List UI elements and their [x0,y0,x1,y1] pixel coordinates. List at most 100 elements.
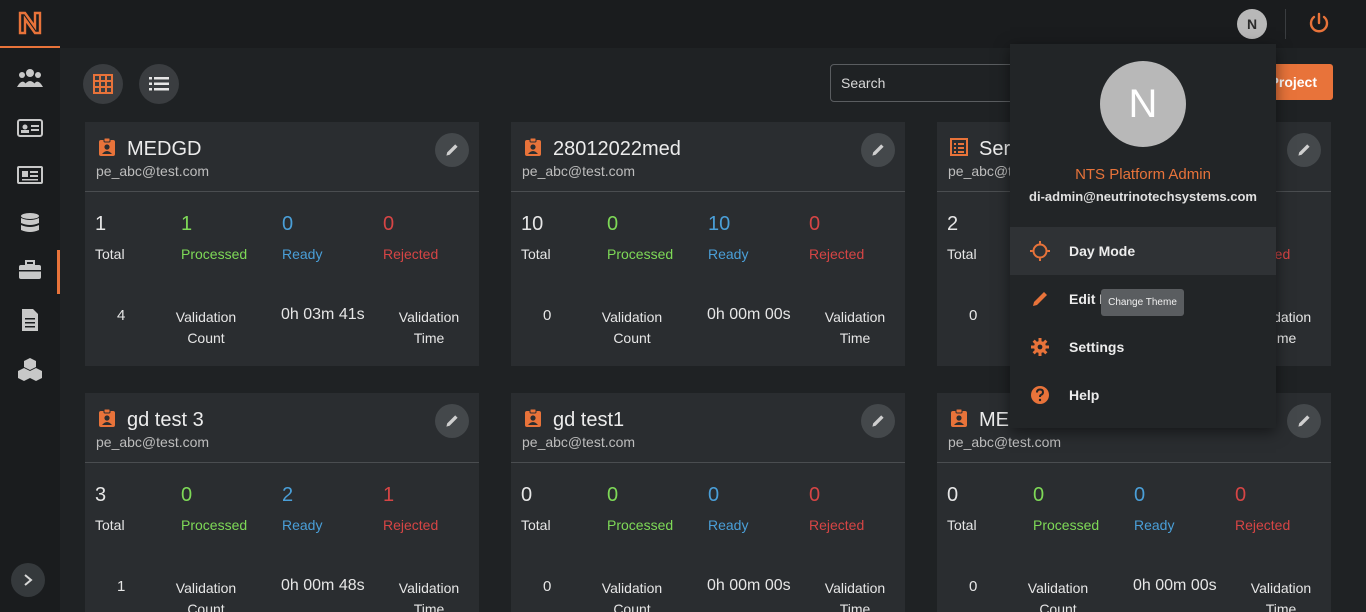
nav-newspaper[interactable] [0,153,60,197]
validation-count-value: 0 [543,307,552,324]
total-count: 0 [947,484,959,506]
card-title: gd test 3 [127,409,204,431]
pencil-icon [872,144,884,156]
validation-count-label: ValidationCount [175,580,237,612]
total-count: 3 [95,484,107,506]
badge-icon [951,408,967,427]
card-title: 28012022med [553,138,681,160]
pencil-icon [446,415,458,427]
card-title: MEDGD [127,138,202,160]
processed-label: Processed [1033,517,1100,533]
ready-label: Ready [708,517,749,533]
rejected-count: 0 [809,484,821,506]
menu-item-label: Day Mode [1069,243,1136,259]
edit-project-button[interactable] [861,404,895,438]
user-avatar[interactable]: N [1237,9,1267,39]
nav-database[interactable] [0,202,60,246]
processed-label: Processed [607,246,674,262]
card-title: Ser [979,138,1011,160]
validation-count-label: ValidationCount [601,580,663,612]
project-card[interactable]: gd test 3 pe_abc@test.com 3 Total 0 Proc… [85,393,479,612]
ready-count: 0 [708,484,720,506]
logout-button[interactable] [1305,9,1333,37]
validation-time-label: Validation Time [824,309,886,346]
nav-users[interactable] [0,56,60,100]
validation-time-label: Validation Time [824,580,886,612]
rejected-label: Rejected [383,517,439,533]
grid-view-button[interactable] [83,64,123,104]
total-label: Total [947,246,977,262]
menu-item-label: Help [1069,387,1100,403]
project-card[interactable]: gd test1 pe_abc@test.com 0 Total 0 Proce… [511,393,905,612]
sun-icon [1030,241,1050,261]
menu-item-day-mode[interactable]: Day Mode [1010,227,1276,275]
users-icon [17,69,43,87]
card-email: pe_abc@test.com [522,434,636,450]
card-title: ME [979,409,1009,431]
edit-project-button[interactable] [861,133,895,167]
top-bar [60,0,1366,48]
edit-project-button[interactable] [1287,133,1321,167]
nav-documents[interactable] [0,298,60,342]
total-label: Total [521,246,551,262]
processed-label: Processed [181,246,248,262]
rejected-label: Rejected [383,246,439,262]
edit-project-button[interactable] [1287,404,1321,438]
rejected-label: Rejected [1235,517,1291,533]
processed-count: 0 [1033,484,1045,506]
processed-count: 0 [607,213,619,235]
document-icon [22,309,38,331]
menu-item-settings[interactable]: Settings [1010,323,1276,371]
card-title: gd test1 [553,409,625,431]
power-icon [1309,12,1329,33]
validation-time-value: 0h 00m 00s [1133,577,1217,594]
card-header: MEDGD pe_abc@test.com [85,122,479,192]
list-view-button[interactable] [139,64,179,104]
edit-project-button[interactable] [435,404,469,438]
ready-count: 10 [708,213,731,235]
menu-item-help[interactable]: Help [1010,371,1276,419]
chevron-right-icon [24,574,33,586]
gear-icon [1031,338,1049,356]
validation-time-value: 0h 00m 48s [281,577,365,594]
validation-time-value: 0h 00m 00s [707,577,791,594]
help-icon [1031,386,1049,404]
pencil-icon [446,144,458,156]
project-card[interactable]: 28012022med pe_abc@test.com 10 Total 0 P… [511,122,905,366]
card-header: gd test1 pe_abc@test.com [511,393,905,463]
validation-count-value: 0 [969,307,978,324]
badge-icon [99,137,115,156]
validation-count-label: ValidationCount [175,309,237,346]
processed-label: Processed [181,517,248,533]
ready-label: Ready [282,517,323,533]
divider [1285,9,1286,39]
badge-icon [99,408,115,427]
total-label: Total [95,246,125,262]
rejected-count: 0 [383,213,395,235]
validation-count-label: ValidationCount [601,309,663,346]
total-label: Total [521,517,551,533]
total-label: Total [95,517,125,533]
validation-time-value: 0h 00m 00s [707,306,791,323]
edit-project-button[interactable] [435,133,469,167]
nav-projects[interactable] [0,248,60,294]
app-logo[interactable] [0,0,60,48]
rejected-count: 0 [809,213,821,235]
ready-count: 0 [1134,484,1146,506]
card-email: pe_abc@test.com [948,434,1062,450]
validation-count-value: 0 [969,578,978,595]
rejected-count: 0 [1235,484,1247,506]
ready-label: Ready [282,246,323,262]
list-doc-icon [950,138,968,156]
change-theme-tooltip: Change Theme [1101,289,1184,316]
total-label: Total [947,517,977,533]
menu-item-label: Settings [1069,339,1125,355]
nav-id-card[interactable] [0,106,60,150]
pencil-icon [1298,415,1310,427]
card-email: pe_abc@test.com [96,163,210,179]
total-count: 2 [947,213,959,235]
sidebar-expand-button[interactable] [11,563,45,597]
nav-boxes[interactable] [0,347,60,391]
search-input[interactable] [830,64,1030,102]
project-card[interactable]: MEDGD pe_abc@test.com 1 Total 1 Processe… [85,122,479,366]
